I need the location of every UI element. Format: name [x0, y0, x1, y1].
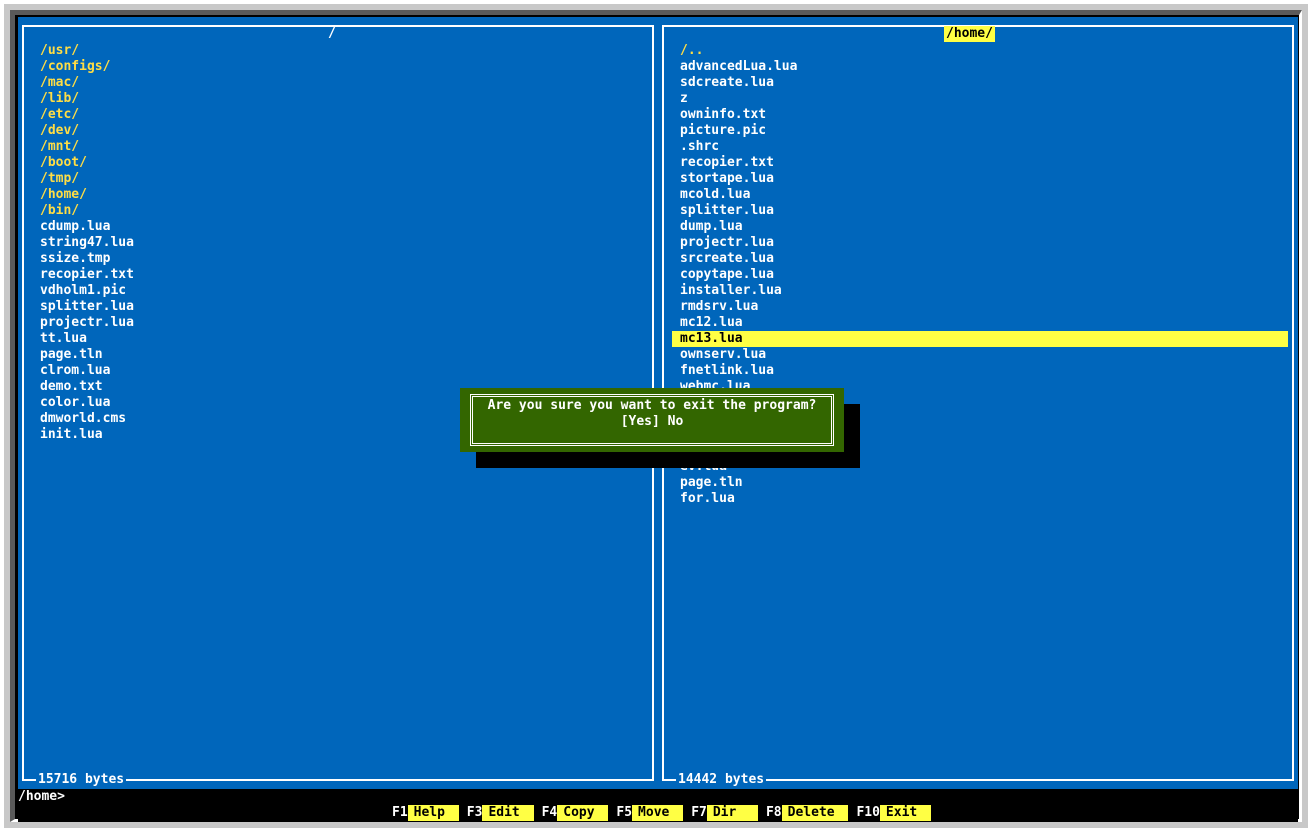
file-item[interactable]: clrom.lua: [40, 363, 646, 379]
file-item[interactable]: vdholm1.pic: [40, 283, 646, 299]
file-item[interactable]: mc12.lua: [680, 315, 1286, 331]
file-item[interactable]: page.tln: [680, 475, 1286, 491]
terminal-window: / /usr//configs//mac//lib//etc//dev//mnt…: [4, 4, 1308, 828]
file-item[interactable]: rmdsrv.lua: [680, 299, 1286, 315]
function-key-number: F3: [466, 805, 483, 820]
left-panel-size: 15716 bytes: [36, 772, 127, 788]
directory-item[interactable]: /configs/: [40, 59, 646, 75]
file-item[interactable]: owninfo.txt: [680, 107, 1286, 123]
directory-item[interactable]: /..: [680, 43, 1286, 59]
directory-item[interactable]: /etc/: [40, 107, 646, 123]
screen: / /usr//configs//mac//lib//etc//dev//mnt…: [18, 17, 1298, 822]
function-key-f8[interactable]: F8 Delete: [765, 805, 849, 821]
function-key-number: F5: [616, 805, 633, 820]
function-key-label: Move: [632, 805, 684, 821]
file-item[interactable]: srcreate.lua: [680, 251, 1286, 267]
file-item[interactable]: splitter.lua: [680, 203, 1286, 219]
function-key-number: F1: [392, 805, 408, 820]
file-item[interactable]: picture.pic: [680, 123, 1286, 139]
file-item[interactable]: ownserv.lua: [680, 347, 1286, 363]
left-file-list: /usr//configs//mac//lib//etc//dev//mnt//…: [40, 43, 646, 443]
file-item[interactable]: copytape.lua: [680, 267, 1286, 283]
file-item[interactable]: string47.lua: [40, 235, 646, 251]
function-key-f10[interactable]: F10 Exit: [856, 805, 932, 821]
file-item[interactable]: fnetlink.lua: [680, 363, 1286, 379]
directory-item[interactable]: /dev/: [40, 123, 646, 139]
dialog-message: Are you sure you want to exit the progra…: [487, 398, 817, 413]
file-item[interactable]: tt.lua: [40, 331, 646, 347]
file-item[interactable]: page.tln: [40, 347, 646, 363]
function-key-label: Exit: [879, 805, 932, 821]
function-key-label: Help: [407, 805, 459, 821]
left-panel-title: /: [328, 26, 336, 41]
directory-item[interactable]: /tmp/: [40, 171, 646, 187]
file-item[interactable]: installer.lua: [680, 283, 1286, 299]
file-item[interactable]: for.lua: [680, 491, 1286, 507]
function-key-label: Copy: [557, 805, 609, 821]
function-key-label: Edit: [482, 805, 534, 821]
yes-button[interactable]: [Yes]: [621, 414, 660, 429]
function-key-label: Dir: [706, 805, 758, 821]
function-key-f7[interactable]: F7 Dir: [691, 805, 758, 821]
directory-item[interactable]: /lib/: [40, 91, 646, 107]
function-key-f1[interactable]: F1 Help: [392, 805, 459, 821]
file-item[interactable]: dump.lua: [680, 219, 1286, 235]
file-item[interactable]: .shrc: [680, 139, 1286, 155]
function-key-number: F7: [691, 805, 707, 820]
command-prompt[interactable]: /home>: [18, 789, 65, 805]
directory-item[interactable]: /mnt/: [40, 139, 646, 155]
function-key-number: F4: [541, 805, 558, 820]
directory-item[interactable]: /boot/: [40, 155, 646, 171]
function-key-label: Delete: [781, 805, 849, 821]
file-item[interactable]: recopier.txt: [40, 267, 646, 283]
function-key-bar: F1 Help F3 Edit F4 Copy F5 Move F7 Dir F8 Dele…: [392, 805, 939, 821]
directory-item[interactable]: /bin/: [40, 203, 646, 219]
file-item[interactable]: recopier.txt: [680, 155, 1286, 171]
function-key-f5[interactable]: F5 Move: [616, 805, 684, 821]
file-item[interactable]: splitter.lua: [40, 299, 646, 315]
right-panel-size: 14442 bytes: [676, 772, 767, 788]
directory-item[interactable]: /usr/: [40, 43, 646, 59]
file-item[interactable]: ssize.tmp: [40, 251, 646, 267]
file-item[interactable]: sdcreate.lua: [680, 75, 1286, 91]
file-item[interactable]: mcold.lua: [680, 187, 1286, 203]
function-key-f4[interactable]: F4 Copy: [542, 805, 609, 821]
exit-confirm-dialog: Are you sure you want to exit the progra…: [460, 388, 844, 452]
function-key-number: F8: [765, 805, 782, 820]
right-panel-title: /home/: [944, 26, 995, 42]
file-item[interactable]: projectr.lua: [680, 235, 1286, 251]
no-button[interactable]: No: [668, 414, 684, 429]
file-item[interactable]: projectr.lua: [40, 315, 646, 331]
file-item[interactable]: stortape.lua: [680, 171, 1286, 187]
directory-item[interactable]: /mac/: [40, 75, 646, 91]
function-key-number: F10: [856, 805, 880, 820]
function-key-f3[interactable]: F3 Edit: [467, 805, 534, 821]
file-item[interactable]: z: [680, 91, 1286, 107]
dialog-buttons: [Yes] No: [460, 414, 844, 430]
file-item[interactable]: advancedLua.lua: [680, 59, 1286, 75]
file-item[interactable]: cdump.lua: [40, 219, 646, 235]
directory-item[interactable]: /home/: [40, 187, 646, 203]
file-item[interactable]: mc13.lua: [672, 331, 1288, 347]
